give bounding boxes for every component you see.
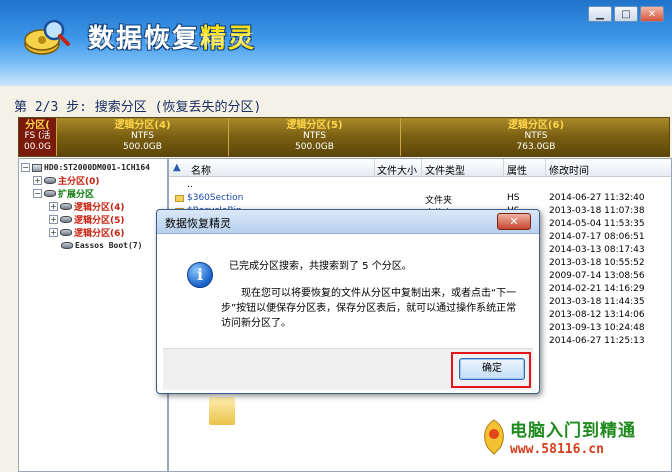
tree-item-label: HD0:ST2000DM001-1CH164: [44, 163, 150, 172]
column-header-mtime[interactable]: 修改时间: [549, 162, 589, 177]
hard-disk-icon: [32, 163, 42, 172]
partition-segment-fs: NTFS: [131, 131, 154, 141]
app-title-reflection-accent: 精灵: [200, 30, 257, 47]
dialog-body: i 已完成分区搜索，共搜索到了 5 个分区。 现在您可以将要恢复的文件从分区中复…: [163, 238, 533, 346]
file-mtime: 2013-03-18 11:44:35: [549, 297, 645, 307]
parent-folder-label: ..: [187, 180, 193, 190]
watermark-title: 电脑入门到精通: [510, 421, 636, 441]
partition-segment-size: 00.0G: [23, 142, 51, 152]
expand-icon[interactable]: +: [49, 202, 58, 211]
app-header: 数据恢复精灵 数据恢复精灵 ▁ □ ✕: [0, 0, 672, 86]
column-header-attr[interactable]: 属性: [507, 162, 527, 177]
file-attr: HS: [507, 193, 520, 203]
tree-item-label: 主分区(0): [58, 177, 100, 187]
tree-item-primary[interactable]: + 主分区(0): [33, 174, 100, 187]
collapse-icon[interactable]: −: [21, 163, 30, 172]
tree-item-eassos[interactable]: Eassos Boot(7): [61, 239, 142, 252]
partition-segment-primary[interactable]: 分区( FS (活 00.0G: [19, 118, 57, 156]
column-header-size[interactable]: 文件大小: [377, 162, 417, 177]
column-header-type[interactable]: 文件类型: [425, 162, 465, 177]
dialog-titlebar[interactable]: 数据恢复精灵 ✕: [157, 210, 539, 234]
minimize-button[interactable]: ▁: [588, 6, 612, 22]
expand-icon[interactable]: +: [49, 215, 58, 224]
tree-item-label: 逻辑分区(4): [74, 203, 125, 213]
partition-segment-size: 500.0GB: [123, 142, 162, 152]
info-icon: i: [187, 262, 213, 288]
search-complete-dialog: 数据恢复精灵 ✕ i 已完成分区搜索，共搜索到了 5 个分区。 现在您可以将要恢…: [156, 209, 540, 394]
partition-tree: − HD0:ST2000DM001-1CH164 + 主分区(0) − 扩展分区…: [18, 158, 168, 472]
tree-item-label: Eassos Boot(7): [75, 241, 143, 250]
expand-icon[interactable]: +: [33, 176, 42, 185]
file-mtime: 2013-09-13 10:24:48: [549, 323, 645, 333]
column-header-name[interactable]: 名称: [191, 162, 211, 177]
file-mtime: 2009-07-14 13:08:56: [549, 271, 645, 281]
column-divider: [545, 159, 546, 177]
partition-segment-4[interactable]: 逻辑分区(4) NTFS 500.0GB: [57, 118, 229, 156]
column-divider: [503, 159, 504, 177]
tree-item-logical-5[interactable]: + 逻辑分区(5): [49, 213, 125, 226]
collapse-icon[interactable]: −: [33, 189, 42, 198]
tree-item-logical-4[interactable]: + 逻辑分区(4): [49, 200, 125, 213]
tree-item-extended[interactable]: − 扩展分区: [33, 187, 94, 200]
app-title-reflection: 数据恢复精灵: [88, 30, 256, 50]
folder-preview-icon: [209, 397, 235, 425]
partition-segment-size: 500.0GB: [295, 142, 334, 152]
window-controls: ▁ □ ✕: [588, 6, 664, 22]
up-arrow-icon[interactable]: ▲: [173, 163, 183, 173]
maximize-button[interactable]: □: [614, 6, 638, 22]
column-divider: [421, 159, 422, 177]
tree-item-logical-6[interactable]: + 逻辑分区(6): [49, 226, 125, 239]
file-mtime: 2014-07-17 08:06:51: [549, 232, 645, 242]
dialog-footer: 确定: [163, 348, 533, 390]
file-mtime: 2013-03-18 10:55:52: [549, 258, 645, 268]
partition-segment-fs: FS (活: [24, 131, 51, 141]
file-mtime: 2014-05-04 11:53:35: [549, 219, 645, 229]
partition-bar: 分区( FS (活 00.0G 逻辑分区(4) NTFS 500.0GB 逻辑分…: [18, 117, 670, 157]
file-mtime: 2014-06-27 11:32:40: [549, 193, 645, 203]
partition-icon: [60, 216, 72, 223]
file-mtime: 2014-06-27 11:25:13: [549, 336, 645, 346]
watermark-url: www.58116.cn: [510, 442, 604, 457]
partition-icon: [60, 203, 72, 210]
partition-segment-5[interactable]: 逻辑分区(5) NTFS 500.0GB: [229, 118, 401, 156]
partition-segment-6[interactable]: 逻辑分区(6) NTFS 763.0GB: [401, 118, 669, 156]
partition-segment-name: 逻辑分区(4): [114, 120, 171, 131]
partition-segment-size: 763.0GB: [516, 142, 556, 152]
tree-item-label: 逻辑分区(5): [74, 216, 125, 226]
ok-button[interactable]: 确定: [459, 358, 525, 380]
app-logo-icon: [24, 19, 70, 55]
file-mtime: 2013-03-18 11:07:38: [549, 206, 645, 216]
partition-icon: [44, 190, 56, 197]
dialog-title: 数据恢复精灵: [165, 217, 231, 230]
file-mtime: 2014-03-13 08:17:43: [549, 245, 645, 255]
dialog-close-button[interactable]: ✕: [497, 213, 531, 230]
partition-segment-name: 逻辑分区(5): [286, 120, 343, 131]
table-row[interactable]: $360Section 文件夹 HS 2014-06-27 11:32:40: [169, 192, 671, 206]
close-button[interactable]: ✕: [640, 6, 664, 22]
partition-segment-name: 逻辑分区(6): [507, 120, 565, 131]
partition-icon: [61, 242, 73, 249]
partition-icon: [60, 229, 72, 236]
file-list-header: ▲ 名称 文件大小 文件类型 属性 修改时间: [169, 159, 671, 177]
dialog-message-summary: 已完成分区搜索，共搜索到了 5 个分区。: [229, 261, 412, 272]
expand-icon[interactable]: +: [49, 228, 58, 237]
step-title: 第 2/3 步: 搜索分区 (恢复丢失的分区): [14, 100, 262, 115]
dialog-message-detail: 现在您可以将要恢复的文件从分区中复制出来，或者点击“下一步”按钮以便保存分区表，…: [221, 288, 517, 329]
partition-segment-fs: NTFS: [524, 131, 548, 141]
table-row[interactable]: ..: [169, 179, 671, 192]
site-watermark: 电脑入门到精通 www.58116.cn: [474, 412, 670, 470]
file-name: $360Section: [187, 193, 244, 203]
app-title-reflection-main: 数据恢复: [88, 30, 201, 47]
partition-icon: [44, 177, 56, 184]
file-mtime: 2014-02-21 14:16:29: [549, 284, 645, 294]
tree-item-disk[interactable]: − HD0:ST2000DM001-1CH164: [21, 161, 150, 174]
partition-segment-fs: NTFS: [303, 131, 326, 141]
watermark-logo-icon: [484, 419, 504, 455]
partition-segment-name: 分区(: [25, 120, 50, 131]
column-divider: [374, 159, 375, 177]
tree-item-label: 扩展分区: [58, 190, 95, 200]
tree-item-label: 逻辑分区(6): [74, 229, 125, 239]
file-mtime: 2013-08-12 13:14:06: [549, 310, 645, 320]
folder-icon: [175, 195, 184, 202]
